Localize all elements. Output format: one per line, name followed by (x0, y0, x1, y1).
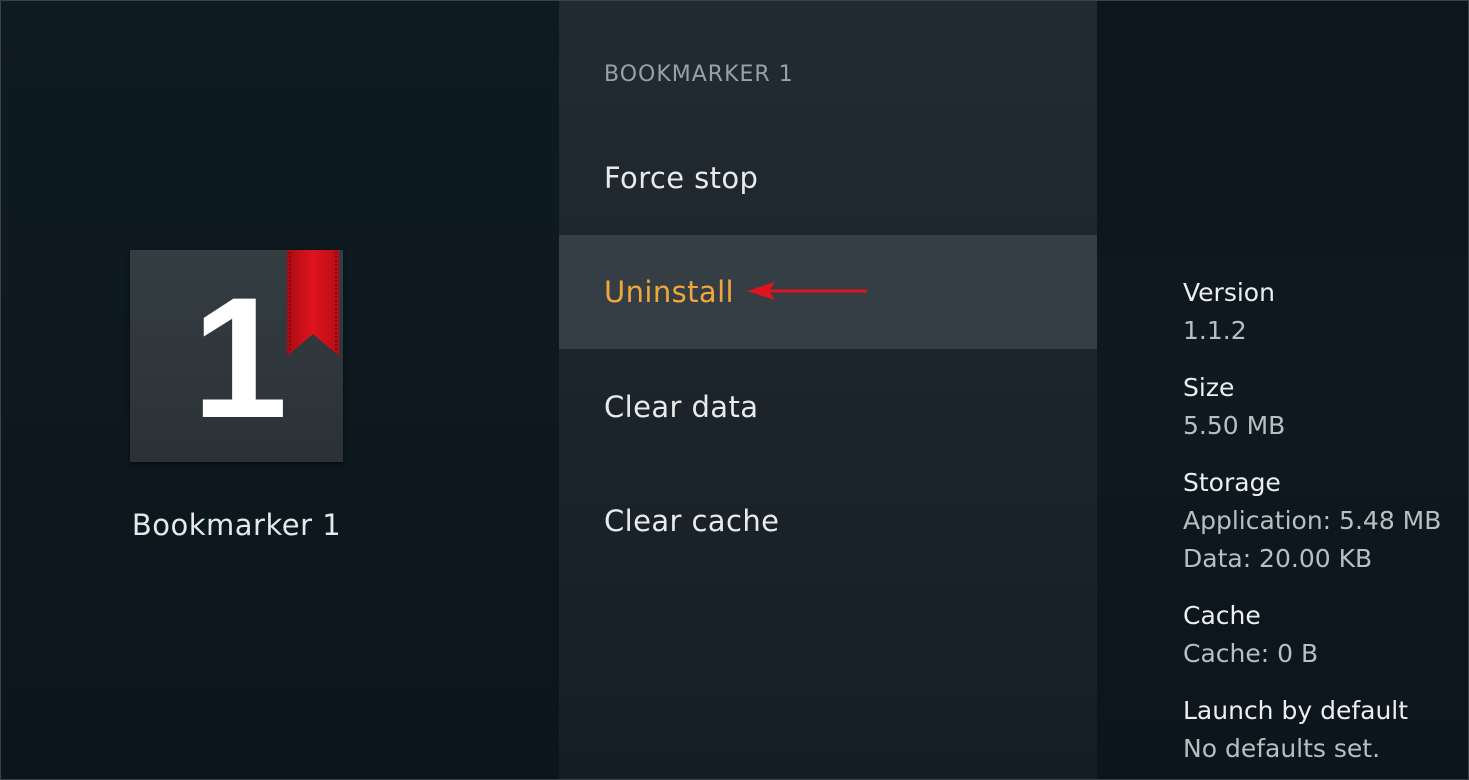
launch-default-info: Launch by default No defaults set. (1183, 692, 1408, 768)
version-label: Version (1183, 278, 1275, 307)
force-stop-button[interactable]: Force stop (559, 121, 1097, 235)
version-value: 1.1.2 (1183, 316, 1247, 345)
menu-header: BOOKMARKER 1 (604, 62, 794, 87)
version-info: Version 1.1.2 (1183, 274, 1275, 350)
storage-info: Storage Application: 5.48 MB Data: 20.00… (1183, 464, 1441, 578)
clear-data-button[interactable]: Clear data (559, 350, 1097, 464)
bookmarker-app-icon: 1 (130, 250, 343, 462)
left-arrow-icon (747, 282, 867, 300)
app-icon-digit: 1 (192, 262, 288, 454)
cache-info: Cache Cache: 0 B (1183, 597, 1318, 673)
size-label: Size (1183, 373, 1235, 402)
cache-label: Cache (1183, 601, 1261, 630)
storage-label: Storage (1183, 468, 1281, 497)
storage-application-value: Application: 5.48 MB (1183, 506, 1442, 535)
size-value: 5.50 MB (1183, 411, 1286, 440)
app-info-panel: Version 1.1.2 Size 5.50 MB Storage Appli… (1097, 0, 1469, 780)
cache-value: Cache: 0 B (1183, 639, 1319, 668)
app-name: Bookmarker 1 (131, 508, 342, 542)
bookmark-ribbon-icon (287, 250, 339, 356)
launch-default-label: Launch by default (1183, 696, 1409, 725)
app-summary-panel: 1 Bookmarker 1 (0, 0, 559, 780)
storage-data-value: Data: 20.00 KB (1183, 544, 1373, 573)
launch-default-value: No defaults set. (1183, 734, 1381, 763)
size-info: Size 5.50 MB (1183, 369, 1285, 445)
clear-cache-button[interactable]: Clear cache (559, 464, 1097, 578)
app-actions-menu: BOOKMARKER 1 Force stop Uninstall Clear … (559, 0, 1097, 780)
